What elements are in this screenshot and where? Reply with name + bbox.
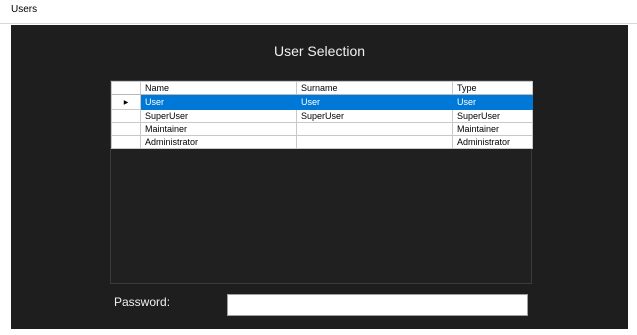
table-row[interactable]: ▶ User User User [111, 94, 533, 110]
window-title: Users [11, 4, 38, 15]
page-title: User Selection [273, 43, 366, 59]
row-header[interactable] [111, 109, 141, 123]
cell-surname[interactable]: User [296, 94, 453, 110]
cell-surname[interactable] [296, 122, 453, 136]
cell-type[interactable]: Administrator [452, 135, 533, 149]
users-window: Users User Selection Name Surname Type ▶… [0, 0, 637, 335]
row-header[interactable] [111, 135, 141, 149]
cell-surname[interactable] [296, 135, 453, 149]
cell-type[interactable]: User [452, 94, 533, 110]
cell-type[interactable]: Maintainer [452, 122, 533, 136]
row-header-corner [111, 81, 141, 95]
users-grid[interactable]: Name Surname Type ▶ User User User Super… [110, 80, 533, 284]
row-arrow-icon: ▶ [123, 100, 129, 106]
cell-type[interactable]: SuperUser [452, 109, 533, 123]
client-area: User Selection Name Surname Type ▶ User … [11, 25, 628, 329]
column-header-name[interactable]: Name [140, 81, 297, 95]
column-header-type[interactable]: Type [452, 81, 533, 95]
password-label: Password: [114, 295, 171, 309]
users-table: Name Surname Type ▶ User User User Super… [111, 81, 533, 149]
password-input[interactable] [227, 294, 528, 316]
cell-name[interactable]: SuperUser [140, 109, 297, 123]
table-row[interactable]: Administrator Administrator [111, 135, 533, 149]
table-row[interactable]: Maintainer Maintainer [111, 122, 533, 136]
cell-name[interactable]: User [140, 94, 297, 110]
column-header-surname[interactable]: Surname [296, 81, 453, 95]
cell-surname[interactable]: SuperUser [296, 109, 453, 123]
row-header[interactable]: ▶ [111, 94, 141, 110]
table-header-row: Name Surname Type [111, 81, 533, 95]
row-header[interactable] [111, 122, 141, 136]
title-bar[interactable]: Users [0, 0, 637, 24]
cell-name[interactable]: Maintainer [140, 122, 297, 136]
table-row[interactable]: SuperUser SuperUser SuperUser [111, 109, 533, 123]
cell-name[interactable]: Administrator [140, 135, 297, 149]
